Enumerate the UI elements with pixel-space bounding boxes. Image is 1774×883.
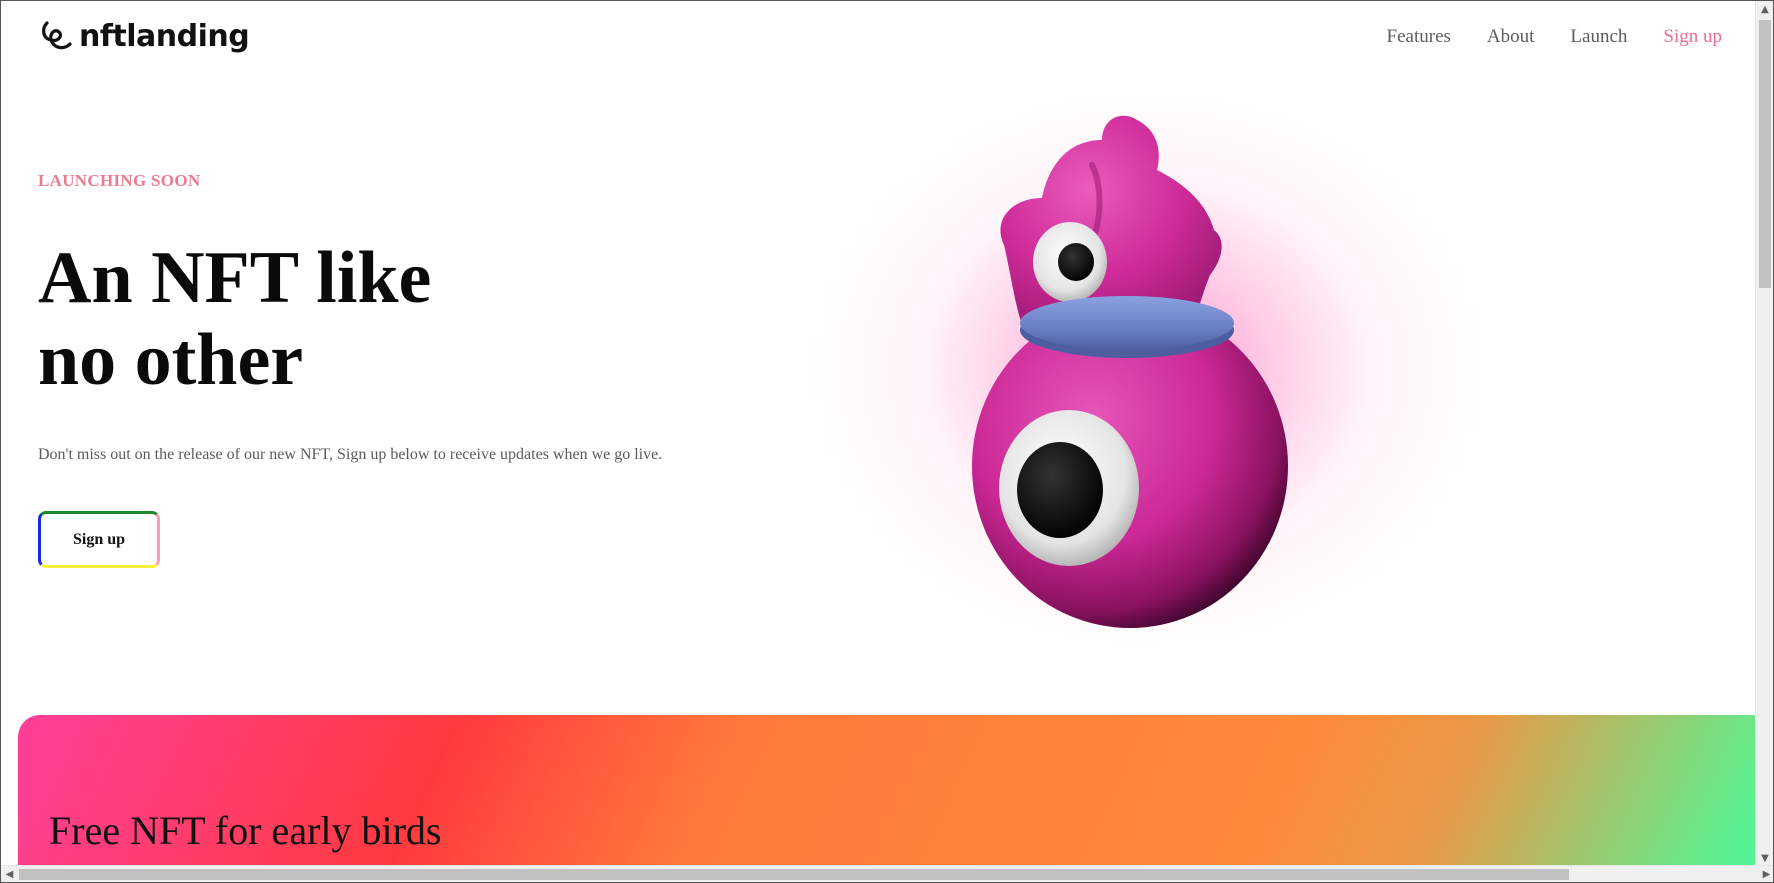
browser-frame: nftlanding Features About Launch Sign up…: [0, 0, 1774, 883]
early-birds-banner: Free NFT for early birds: [18, 715, 1756, 866]
pink-one-eyed-mascot-image: [952, 110, 1312, 635]
headline-line-1: An NFT like: [38, 237, 432, 319]
nav-sign-up[interactable]: Sign up: [1663, 26, 1722, 48]
logo-link[interactable]: nftlanding: [39, 19, 250, 54]
main-nav: Features About Launch Sign up: [1387, 26, 1722, 48]
hero-description: Don't miss out on the release of our new…: [38, 446, 663, 463]
horizontal-scroll-thumb[interactable]: [19, 869, 1569, 880]
scroll-up-icon[interactable]: ▲: [1756, 1, 1773, 18]
scroll-left-icon[interactable]: ◀: [1, 866, 18, 882]
scroll-right-icon[interactable]: ▶: [1758, 866, 1773, 882]
nav-launch[interactable]: Launch: [1570, 26, 1627, 48]
headline-line-2: no other: [38, 319, 304, 401]
vertical-scrollbar[interactable]: ▲ ▼: [1755, 1, 1773, 867]
banner-title: Free NFT for early birds: [49, 808, 442, 853]
logo-text: nftlanding: [79, 19, 250, 54]
nav-about[interactable]: About: [1487, 26, 1535, 48]
launching-soon-label: LAUNCHING SOON: [38, 171, 201, 190]
vertical-scroll-thumb[interactable]: [1759, 20, 1771, 288]
horizontal-scrollbar[interactable]: ◀ ▶: [1, 865, 1773, 882]
page-viewport: nftlanding Features About Launch Sign up…: [2, 2, 1756, 866]
nav-features[interactable]: Features: [1387, 26, 1451, 48]
hero-headline: An NFT like no other: [38, 237, 431, 401]
swirl-logo-icon: [39, 20, 73, 54]
sign-up-button[interactable]: Sign up: [38, 511, 160, 568]
